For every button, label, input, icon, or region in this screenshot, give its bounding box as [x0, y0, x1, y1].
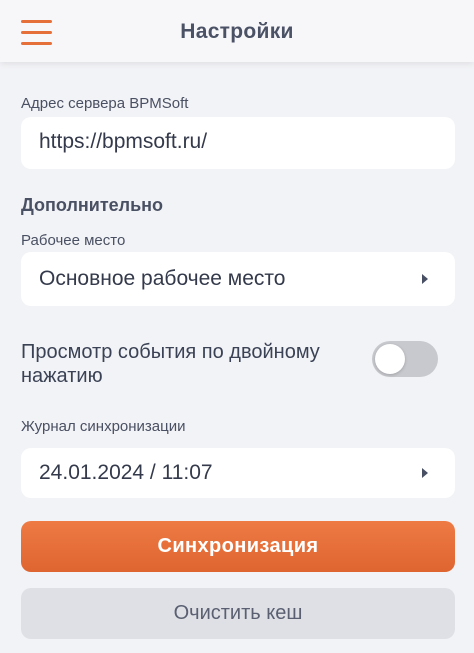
server-address-field[interactable]: https://bpmsoft.ru/	[21, 117, 455, 169]
workplace-selector[interactable]: Основное рабочее место	[21, 252, 455, 306]
workplace-label: Рабочее место	[21, 232, 126, 249]
chevron-right-icon	[422, 274, 428, 284]
sync-journal-selector[interactable]: 24.01.2024 / 11:07	[21, 448, 455, 498]
double-tap-view-label-line1: Просмотр события по двойному	[21, 341, 320, 363]
chevron-right-icon	[422, 468, 428, 478]
server-address-value: https://bpmsoft.ru/	[39, 130, 208, 153]
additional-section-title: Дополнительно	[21, 195, 164, 215]
sync-button[interactable]: Синхронизация	[21, 521, 455, 572]
double-tap-view-label-line2: нажатию	[21, 365, 103, 387]
clear-cache-button[interactable]: Очистить кеш	[21, 588, 455, 639]
page-title: Настройки	[180, 20, 294, 43]
workplace-value: Основное рабочее место	[39, 267, 286, 290]
sync-journal-label: Журнал синхронизации	[21, 418, 186, 435]
double-tap-view-label: Просмотр события по двойному нажатию	[21, 340, 361, 388]
toggle-knob	[375, 344, 405, 374]
double-tap-view-toggle[interactable]	[372, 341, 438, 377]
server-address-label: Адрес сервера BPMSoft	[21, 95, 189, 112]
sync-journal-value: 24.01.2024 / 11:07	[39, 461, 213, 484]
top-bar: Настройки	[0, 0, 474, 62]
